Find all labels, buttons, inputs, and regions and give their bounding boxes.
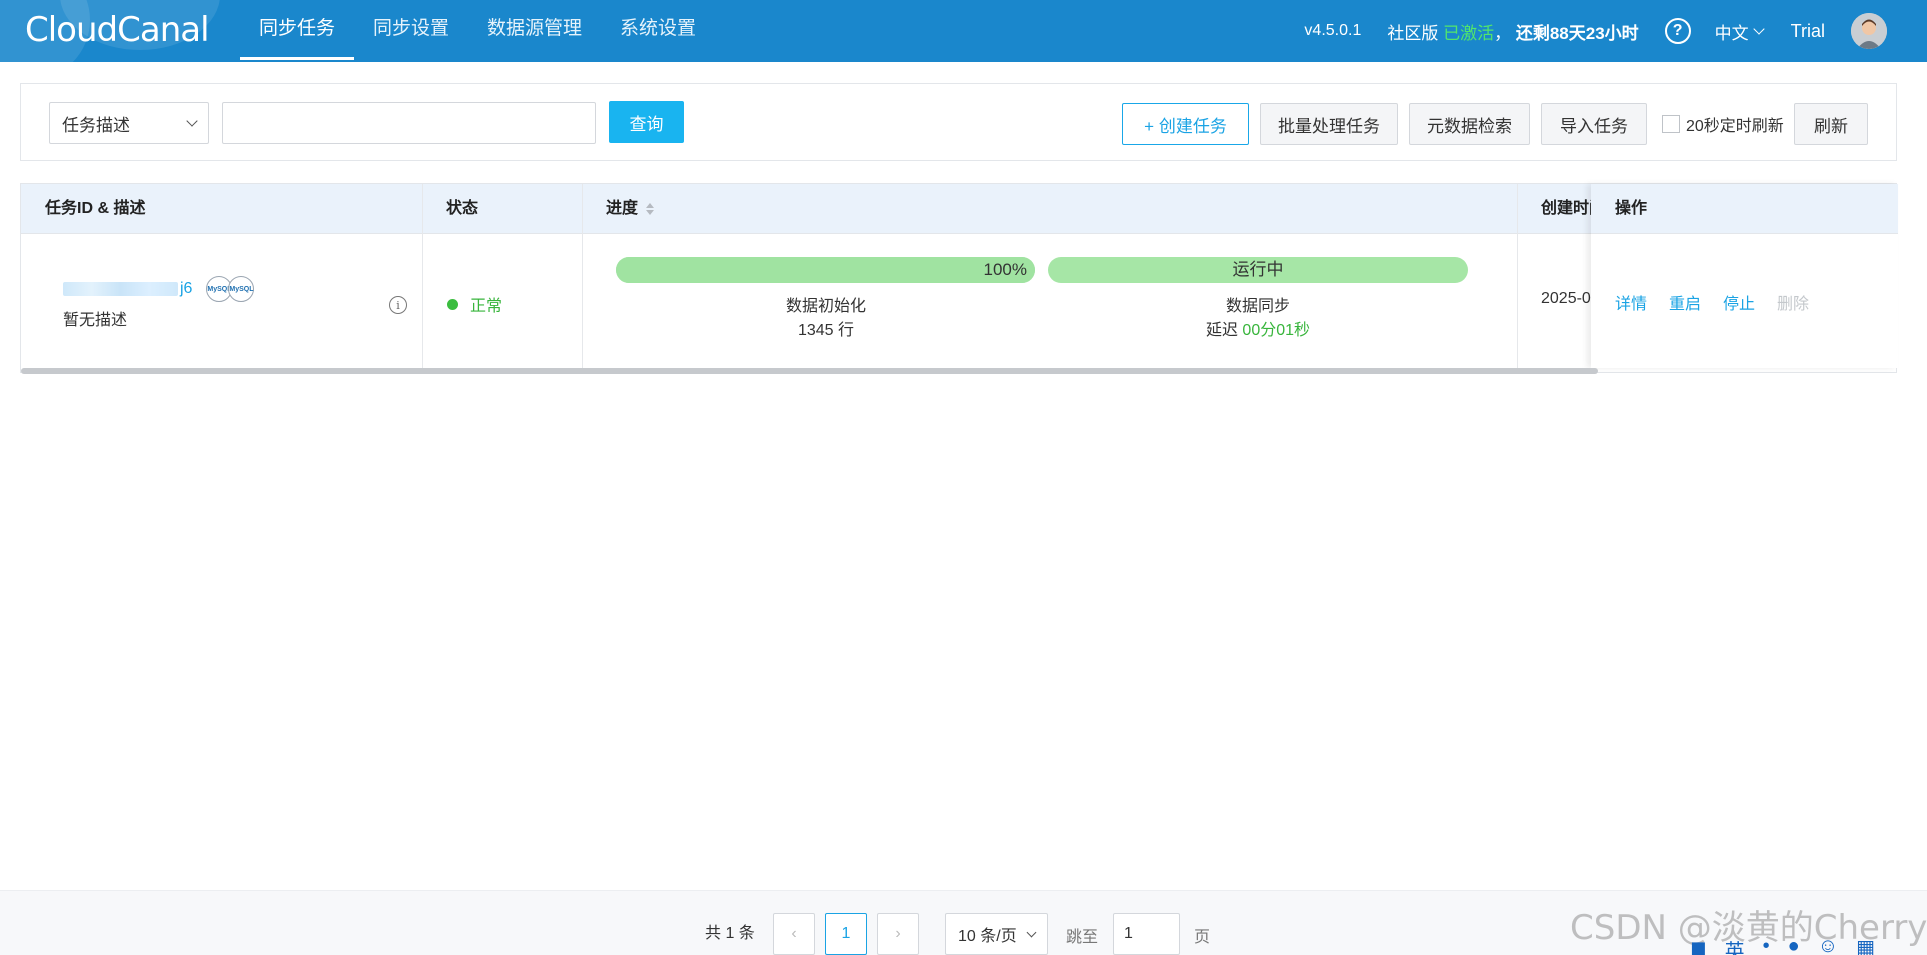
task-id-link[interactable]: j6 MySQL MySQL [63, 276, 255, 302]
search-input[interactable] [222, 102, 596, 144]
row-actions: 详情 重启 停止 删除 [1615, 290, 1831, 314]
license-comma: ， [1494, 23, 1512, 43]
nav-sync-tasks[interactable]: 同步任务 [240, 0, 355, 62]
column-progress-label: 进度 [606, 200, 639, 217]
status-text: 正常 [470, 298, 503, 315]
sync-stage: 数据同步 延迟 00分01秒 [1133, 295, 1383, 343]
actions-column: 操作 详情 重启 停止 删除 [1591, 184, 1898, 368]
main-nav: 同步任务 同步设置 数据源管理 系统设置 [240, 0, 715, 62]
chevron-down-icon [1752, 22, 1765, 35]
filter-bar: 任务描述 查询 + 创建任务 批量处理任务 元数据检索 导入任务 20秒定时刷新… [20, 83, 1897, 161]
language-label: 中文 [1714, 23, 1749, 43]
auto-refresh-toggle[interactable]: 20秒定时刷新 [1662, 112, 1784, 136]
delete-link: 删除 [1777, 296, 1810, 313]
column-progress[interactable]: 进度 [582, 184, 655, 234]
init-progress-bar: 100% [616, 257, 1035, 283]
license-remaining: 还剩88天23小时 [1515, 23, 1639, 43]
task-id-masked [63, 282, 178, 296]
db-type-icons: MySQL MySQL [206, 276, 255, 302]
delay-value: 00分01秒 [1242, 322, 1311, 339]
search-field-select[interactable]: 任务描述 [49, 102, 209, 144]
mysql-target-icon: MySQL [228, 276, 255, 302]
system-tray: ◼ 英 • ● ☺ ▦ [1690, 935, 1893, 955]
sort-icon[interactable] [646, 202, 655, 215]
column-divider [422, 184, 423, 368]
ime-emoji-icon[interactable]: ☺ [1818, 935, 1838, 955]
ime-punctuation-icon[interactable]: • [1763, 935, 1770, 955]
baidu-input-icon[interactable]: ◼ [1690, 935, 1707, 955]
language-selector[interactable]: 中文 [1714, 19, 1765, 44]
metadata-search-button[interactable]: 元数据检索 [1409, 103, 1530, 145]
init-progress-percent: 100% [983, 260, 1027, 279]
version-label: v4.5.0.1 [1304, 22, 1362, 39]
page-1-button[interactable]: 1 [825, 913, 867, 955]
init-progress-fill [616, 257, 1035, 283]
stop-link[interactable]: 停止 [1723, 290, 1755, 314]
license-info: 社区版 已激活， 还剩88天23小时 [1387, 19, 1638, 44]
edition-label: 社区版 [1387, 23, 1439, 43]
next-page-button[interactable]: › [877, 913, 919, 955]
status-dot [447, 298, 458, 310]
column-divider [1517, 184, 1518, 368]
init-stage: 数据初始化 1345 行 [701, 295, 951, 343]
column-actions: 操作 [1591, 184, 1898, 234]
sync-status-bar: 运行中 [1048, 257, 1468, 283]
user-avatar[interactable] [1851, 13, 1887, 49]
column-divider [582, 184, 583, 368]
import-task-button[interactable]: 导入任务 [1541, 103, 1647, 145]
search-field-value: 任务描述 [62, 115, 130, 135]
auto-refresh-label: 20秒定时刷新 [1686, 118, 1784, 135]
page-size-value: 10 条/页 [958, 928, 1017, 945]
task-id-suffix[interactable]: j6 [180, 280, 192, 298]
top-header: CloudCanal 同步任务 同步设置 数据源管理 系统设置 v4.5.0.1… [0, 0, 1927, 62]
header-right: v4.5.0.1 社区版 已激活， 还剩88天23小时 ? 中文 Trial [1304, 0, 1887, 62]
total-count: 共 1 条 [705, 925, 755, 942]
activation-status: 已激活 [1443, 23, 1495, 43]
chevron-down-icon [1026, 927, 1037, 937]
query-button[interactable]: 查询 [609, 101, 684, 143]
cloudcanal-logo[interactable]: CloudCanal [25, 10, 210, 50]
column-status: 状态 [446, 200, 479, 217]
sync-stage-label: 数据同步 [1225, 298, 1290, 315]
task-description: 暂无描述 [63, 312, 128, 329]
jump-page-input[interactable] [1113, 913, 1180, 955]
avatar-icon [1851, 13, 1887, 49]
detail-link[interactable]: 详情 [1615, 290, 1647, 314]
help-icon[interactable]: ? [1664, 18, 1691, 44]
page-unit-label: 页 [1194, 929, 1211, 946]
nav-system-settings[interactable]: 系统设置 [601, 0, 715, 62]
plan-label[interactable]: Trial [1791, 21, 1825, 42]
status-badge: 正常 [447, 292, 502, 316]
info-icon[interactable]: i [389, 296, 407, 314]
task-table: 任务ID & 描述 状态 进度 创建时间 j6 MySQL MySQL 暂无描述… [20, 183, 1898, 374]
ime-english-icon[interactable]: 英 [1725, 935, 1745, 955]
refresh-button[interactable]: 刷新 [1794, 103, 1868, 145]
jump-label: 跳至 [1066, 929, 1099, 946]
column-created: 创建时间 [1541, 200, 1597, 217]
delay-label: 延迟 [1205, 322, 1238, 339]
created-time: 2025-0 [1541, 290, 1591, 307]
create-task-button[interactable]: + 创建任务 [1122, 103, 1249, 145]
nav-sync-settings[interactable]: 同步设置 [354, 0, 468, 62]
sync-status-text: 运行中 [1232, 260, 1284, 279]
batch-process-button[interactable]: 批量处理任务 [1260, 103, 1398, 145]
horizontal-scrollbar[interactable] [21, 368, 1598, 374]
ime-grid-icon[interactable]: ▦ [1856, 935, 1875, 955]
init-row-count: 1345 行 [797, 322, 855, 339]
page-size-select[interactable]: 10 条/页 [945, 913, 1048, 955]
restart-link[interactable]: 重启 [1669, 290, 1701, 314]
chevron-down-icon [186, 114, 198, 127]
auto-refresh-checkbox[interactable] [1662, 115, 1680, 133]
sync-delay: 延迟 00分01秒 [1133, 319, 1383, 343]
init-stage-label: 数据初始化 [785, 298, 866, 315]
column-task-id: 任务ID & 描述 [45, 200, 146, 217]
prev-page-button[interactable]: ‹ [773, 913, 815, 955]
nav-datasource-management[interactable]: 数据源管理 [468, 0, 601, 62]
ime-info-icon[interactable]: ● [1788, 935, 1800, 955]
